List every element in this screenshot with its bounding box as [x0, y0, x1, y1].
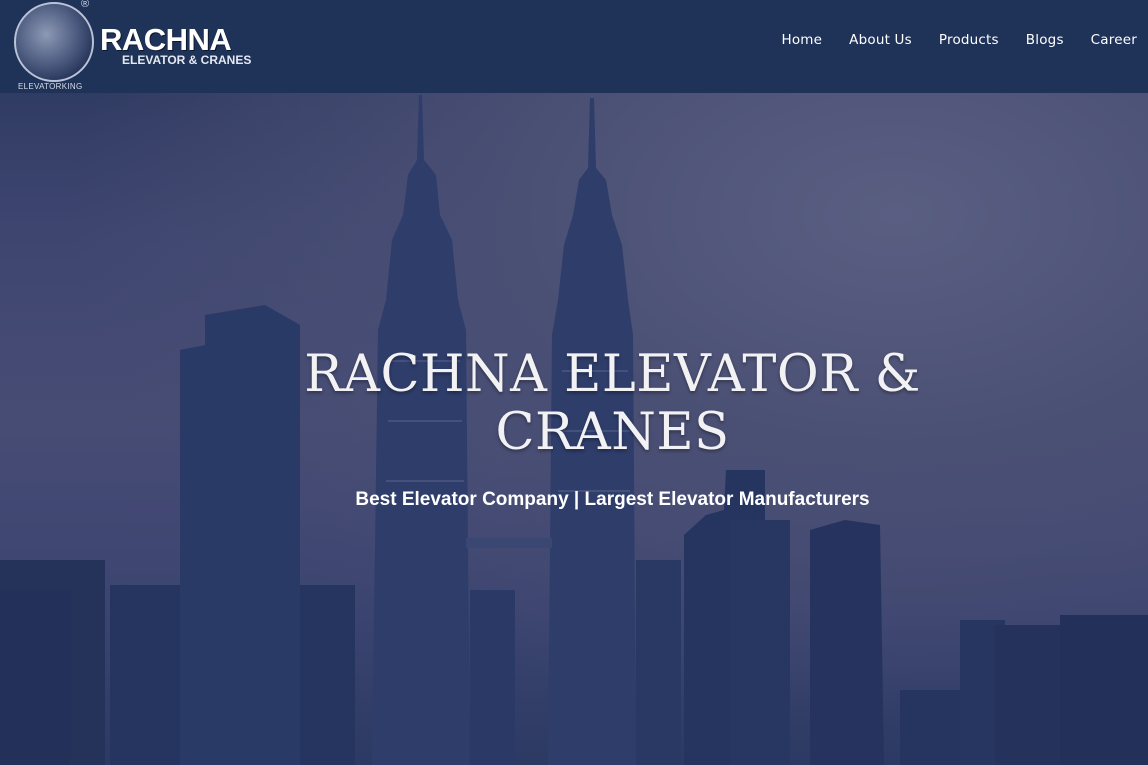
nav-home[interactable]: Home	[781, 32, 822, 48]
logo-subtext: ELEVATORKING	[18, 82, 83, 91]
registered-mark: ®	[81, 0, 90, 10]
hero-subtitle: Best Elevator Company | Largest Elevator…	[355, 489, 870, 510]
hero-title: RACHNA ELEVATOR & CRANES	[300, 346, 925, 462]
site-logo[interactable]: ® RACHNA ELEVATOR & CRANES ELEVATORKING	[12, 0, 262, 93]
logo-emblem-icon	[14, 2, 94, 82]
logo-tagline: ELEVATOR & CRANES	[122, 53, 252, 67]
nav-career[interactable]: Career	[1091, 32, 1137, 48]
nav-about-us[interactable]: About Us	[849, 32, 912, 48]
site-header: ® RACHNA ELEVATOR & CRANES ELEVATORKING …	[0, 0, 1148, 93]
main-navigation: Home About Us Products Blogs Career	[754, 32, 1137, 48]
hero-title-line2: CRANES	[495, 403, 730, 462]
nav-products[interactable]: Products	[939, 32, 999, 48]
nav-blogs[interactable]: Blogs	[1026, 32, 1064, 48]
hero-title-line1: RACHNA ELEVATOR &	[304, 345, 921, 404]
